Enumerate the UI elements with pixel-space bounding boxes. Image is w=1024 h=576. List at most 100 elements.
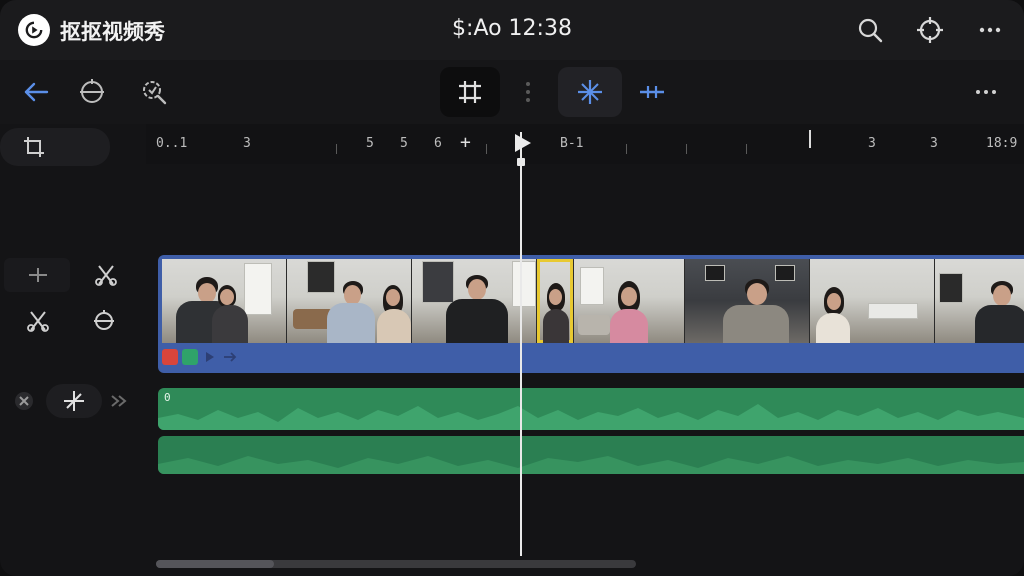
more-icon	[979, 27, 1001, 33]
back-button[interactable]	[12, 68, 60, 116]
head	[827, 293, 841, 310]
ruler-marker	[809, 130, 811, 148]
torso	[610, 309, 648, 343]
split-clip-button[interactable]	[18, 301, 58, 341]
wall-frame	[775, 265, 795, 281]
time-ruler[interactable]: 0..1 3 5 5 6 + B-1 3 3 18:9	[146, 124, 1024, 164]
rotate-icon	[94, 310, 114, 330]
clip-thumbnail[interactable]	[412, 259, 537, 343]
ruler-label: B-1	[560, 136, 584, 151]
head	[747, 283, 767, 305]
clip-thumbnail[interactable]	[162, 259, 287, 343]
clip-badges	[162, 347, 238, 367]
playhead-handle[interactable]	[517, 158, 525, 166]
track-add-button[interactable]	[18, 255, 58, 295]
back-arrow-icon	[24, 82, 49, 102]
ruler-tick	[746, 144, 747, 154]
clip-thumbnail[interactable]	[935, 259, 1024, 343]
audio-forward-button[interactable]	[100, 381, 140, 421]
app-window: 抠抠视频秀 $:Ao 12:38 0..1 3 5 5 6 + B-1 3 3 …	[0, 0, 1024, 576]
clip-thumbnail[interactable]	[287, 259, 412, 343]
zoom-button[interactable]	[130, 68, 178, 116]
window	[244, 263, 272, 315]
drag-handle-icon	[526, 82, 530, 102]
torso	[816, 313, 850, 343]
wall-art	[939, 273, 963, 303]
forward-arrows-icon	[111, 395, 127, 407]
audio-mute-button[interactable]	[4, 381, 44, 421]
audio-track-1[interactable]: 0	[158, 388, 1024, 430]
torso	[446, 299, 508, 343]
crop-frame-icon	[24, 137, 44, 157]
clip-thumbnail[interactable]	[810, 259, 935, 343]
ruler-tick	[486, 144, 487, 154]
plus-split-icon	[29, 268, 47, 282]
playhead-play-icon[interactable]	[511, 132, 533, 154]
app-logo	[18, 14, 50, 46]
head	[198, 283, 216, 303]
audio-waveform	[158, 456, 1024, 474]
editor-toolbar	[0, 60, 1024, 124]
split-button[interactable]	[558, 67, 622, 117]
torso	[975, 305, 1024, 343]
window	[580, 267, 604, 305]
torso	[543, 309, 569, 343]
clock-readout: $:Ao 12:38	[452, 16, 572, 41]
title-more-button[interactable]	[974, 14, 1006, 46]
head	[549, 289, 562, 305]
crop-button[interactable]	[440, 67, 500, 117]
rotate-clip-button[interactable]	[84, 301, 124, 341]
crosshair-icon	[917, 17, 943, 43]
ruler-tick	[336, 144, 337, 154]
clip-thumbnail[interactable]	[574, 259, 685, 343]
ruler-tick	[686, 144, 687, 154]
trim-button[interactable]	[628, 68, 676, 116]
ruler-label: 18:9	[986, 136, 1018, 151]
rotate-button[interactable]	[68, 68, 116, 116]
ruler-label: +	[460, 132, 471, 153]
split-star-icon	[578, 80, 602, 104]
head	[386, 289, 400, 306]
head	[468, 279, 486, 300]
torso	[327, 303, 375, 343]
rotate-icon	[80, 79, 104, 103]
title-bar: 抠抠视频秀 $:Ao 12:38	[0, 0, 1024, 60]
playhead-line[interactable]	[520, 132, 522, 556]
timeline-scrollbar-thumb[interactable]	[156, 560, 274, 568]
video-track[interactable]	[158, 255, 1024, 373]
more-icon	[976, 90, 996, 94]
head	[621, 287, 637, 306]
torso	[377, 309, 411, 343]
target-button[interactable]	[914, 14, 946, 46]
app-title: 抠抠视频秀	[60, 20, 165, 44]
track-control-panel	[0, 124, 146, 576]
green-badge-icon	[182, 349, 198, 365]
head	[344, 285, 361, 305]
clip-thumbnail[interactable]	[685, 259, 810, 343]
ruler-label: 0..1	[156, 136, 188, 151]
clip-thumbnail-selected[interactable]	[537, 259, 574, 343]
audio-waveform	[158, 404, 1024, 430]
ruler-tick	[626, 144, 627, 154]
crop-frame-icon	[459, 81, 481, 103]
play-logo-icon	[25, 21, 43, 39]
audio-track-2[interactable]	[158, 436, 1024, 474]
head	[993, 285, 1011, 306]
ruler-label: 6	[434, 136, 442, 151]
ruler-label: 5	[400, 136, 408, 151]
wall-frame	[705, 265, 725, 281]
clip-thumbnails	[162, 259, 1024, 343]
red-badge-icon	[162, 349, 178, 365]
search-button[interactable]	[854, 14, 886, 46]
scissors-icon	[27, 311, 49, 332]
window	[512, 261, 536, 307]
ruler-label: 3	[868, 136, 876, 151]
head	[220, 289, 234, 305]
toolbar-more-button[interactable]	[962, 68, 1010, 116]
ruler-label: 3	[930, 136, 938, 151]
cut-tool-button[interactable]	[86, 255, 126, 295]
desk	[868, 303, 918, 319]
audio-split-button[interactable]	[54, 381, 94, 421]
toolbar-drag-handle[interactable]	[504, 68, 552, 116]
frame-tool-button[interactable]	[14, 127, 54, 167]
